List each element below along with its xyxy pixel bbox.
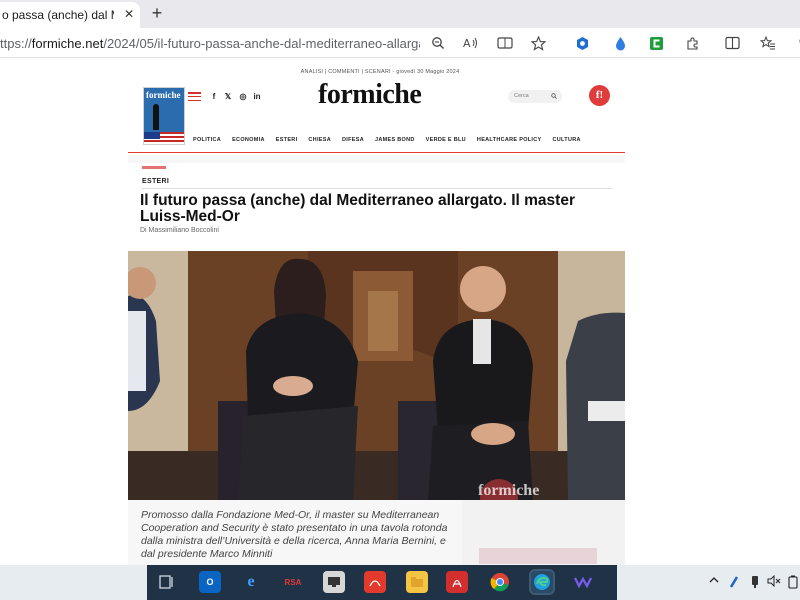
search-icon[interactable] (551, 90, 557, 105)
instagram-icon[interactable]: ◎ (238, 92, 248, 102)
nav-item-chiesa[interactable]: CHIESA (308, 137, 331, 147)
article-byline[interactable]: Di Massimiliano Boccolini (140, 227, 219, 234)
file-explorer-icon[interactable] (406, 571, 428, 593)
brand-badge[interactable]: f! (589, 85, 610, 106)
read-aloud-icon[interactable]: A (461, 33, 481, 53)
facebook-icon[interactable]: f (209, 92, 219, 102)
acrobat-reader-icon[interactable] (364, 571, 386, 593)
reader-view-icon[interactable] (495, 33, 515, 53)
favorite-star-icon[interactable] (528, 33, 548, 53)
split-screen-icon[interactable] (722, 33, 742, 53)
new-tab-button[interactable]: + (146, 3, 168, 25)
extension-drop-icon[interactable] (610, 33, 630, 53)
close-icon[interactable]: ✕ (121, 6, 137, 22)
search-placeholder: Cerca (514, 93, 529, 99)
article-category[interactable]: ESTERI (142, 178, 169, 185)
sidebar-ad-box[interactable] (479, 548, 597, 564)
battery-icon[interactable] (786, 575, 800, 589)
system-tray (617, 565, 800, 600)
tab-title: o passa (anche) dal Medite (2, 8, 114, 22)
webex-icon[interactable] (572, 571, 594, 593)
article-lede: Promosso dalla Fondazione Med-Or, il mas… (141, 509, 448, 560)
magazine-cover[interactable]: formiche (143, 87, 185, 145)
zoom-icon[interactable] (428, 33, 448, 53)
site-logo[interactable]: formiche (318, 79, 458, 111)
collections-icon[interactable] (758, 33, 778, 53)
chrome-icon[interactable] (489, 571, 511, 593)
windows-taskbar: O e RSA (0, 565, 800, 600)
url-text[interactable]: ttps://formiche.net/2024/05/il-futuro-pa… (0, 36, 420, 51)
monitor-app-icon[interactable] (323, 571, 345, 593)
browser-tab-active[interactable]: o passa (anche) dal Medite ✕ (0, 2, 140, 28)
category-divider (142, 188, 612, 189)
cover-figure (153, 104, 159, 130)
cover-title: formiche (146, 90, 181, 100)
volume-muted-icon[interactable] (767, 574, 781, 589)
outlook-icon[interactable]: O (199, 571, 221, 593)
nav-item-difesa[interactable]: DIFESA (342, 137, 364, 147)
task-view-icon[interactable] (156, 571, 178, 593)
extension-shield-icon[interactable] (572, 33, 592, 53)
article-photo (128, 251, 625, 500)
x-twitter-icon[interactable]: 𝕏 (223, 92, 233, 102)
nav-item-healthcare-policy[interactable]: HEALTHCARE POLICY (477, 137, 542, 147)
pen-icon[interactable] (727, 575, 741, 589)
usb-device-icon[interactable] (748, 575, 762, 589)
extensions-puzzle-icon[interactable] (682, 33, 702, 53)
nav-item-verde-e-blu[interactable]: VERDE E BLU (426, 137, 466, 147)
nav-item-esteri[interactable]: ESTERI (276, 137, 298, 147)
photo-watermark: formiche (478, 482, 540, 499)
acrobat-icon[interactable] (446, 571, 468, 593)
linkedin-icon[interactable]: in (252, 92, 262, 102)
article-headline: Il futuro passa (anche) dal Mediterraneo… (140, 192, 575, 225)
internet-explorer-icon[interactable]: e (240, 571, 262, 593)
url-prefix: ttps:// (0, 35, 32, 51)
nav-item-cultura[interactable]: CULTURA (553, 137, 581, 147)
taskbar-apps: O e RSA (147, 565, 617, 600)
edge-icon[interactable] (529, 569, 555, 595)
main-nav: POLITICA ECONOMIA ESTERI CHIESA DIFESA J… (193, 137, 581, 147)
svg-text:A: A (463, 37, 471, 50)
cover-flag (144, 132, 184, 144)
url-path: /2024/05/il-futuro-passa-anche-dal-medit… (103, 35, 420, 51)
site-search-input[interactable]: Cerca (508, 90, 562, 103)
extension-green-icon[interactable] (646, 33, 666, 53)
nav-item-politica[interactable]: POLITICA (193, 137, 221, 147)
nav-item-economia[interactable]: ECONOMIA (232, 137, 265, 147)
browser-toolbar: ttps://formiche.net/2024/05/il-futuro-pa… (0, 28, 800, 58)
nav-divider (128, 152, 625, 153)
profile-icon[interactable] (790, 33, 800, 53)
taskbar-left-area (0, 565, 147, 600)
site-topline[interactable]: ANALISI | COMMENTI | SCENARI - giovedì 3… (0, 69, 760, 75)
rsa-icon[interactable]: RSA (280, 571, 306, 593)
category-accent-bar (142, 166, 166, 169)
url-host: formiche.net (31, 35, 104, 51)
tab-strip: o passa (anche) dal Medite ✕ + (0, 0, 800, 28)
article-photo-illustration (128, 251, 625, 500)
menu-icon[interactable] (188, 92, 201, 101)
chevron-up-icon[interactable] (707, 575, 721, 589)
nav-item-james-bond[interactable]: JAMES BOND (375, 137, 415, 147)
web-page: ANALISI | COMMENTI | SCENARI - giovedì 3… (0, 59, 800, 565)
